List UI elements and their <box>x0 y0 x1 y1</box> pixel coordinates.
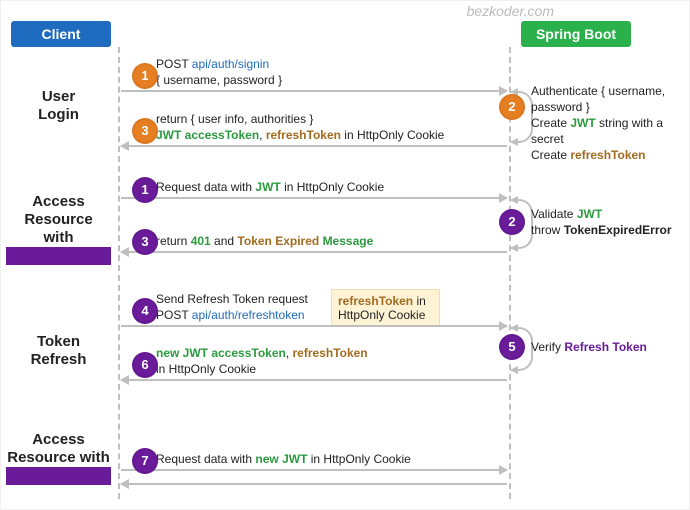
lifeline-client <box>118 47 120 499</box>
actor-client: Client <box>11 21 111 47</box>
badge-e1: 1 <box>132 177 158 203</box>
sequence-diagram: bezkoder.com Client Spring Boot UserLogi… <box>0 0 690 510</box>
badge-e3: 3 <box>132 229 158 255</box>
msg-signin-response: return { user info, authorities } JWT ac… <box>121 111 507 147</box>
msg-expired-response: return 401 and Token Expired Message <box>121 233 507 253</box>
badge-1: 1 <box>132 63 158 89</box>
msg-newtoken-request: Request data with new JWT in HttpOnly Co… <box>121 451 507 471</box>
msg-newtoken-return <box>121 481 507 485</box>
group-new-token: AccessResource withNew Token <box>6 431 111 485</box>
actor-server: Spring Boot <box>521 21 631 47</box>
badge-6: 6 <box>132 352 158 378</box>
group-user-login: UserLogin <box>6 88 111 124</box>
badge-e2: 2 <box>499 209 525 235</box>
badge-7: 7 <box>132 448 158 474</box>
msg-expired-request: Request data with JWT in HttpOnly Cookie <box>121 179 507 199</box>
server-note-verify: Verify Refresh Token <box>531 339 686 355</box>
badge-3: 3 <box>132 118 158 144</box>
msg-refresh-response: new JWT accessToken, refreshToken in Htt… <box>121 345 507 381</box>
watermark: bezkoder.com <box>467 3 554 19</box>
group-expired-token: AccessResource withExpired Token <box>6 193 111 265</box>
msg-refresh-request: Send Refresh Token request POST api/auth… <box>121 291 507 327</box>
server-note-validate: Validate JWT throw TokenExpiredError <box>531 206 686 238</box>
badge-4: 4 <box>132 298 158 324</box>
group-token-refresh: TokenRefresh <box>6 333 111 369</box>
server-note-auth: Authenticate { username, password } Crea… <box>531 83 686 163</box>
msg-signin-request: POST api/auth/signin { username, passwor… <box>121 56 507 92</box>
